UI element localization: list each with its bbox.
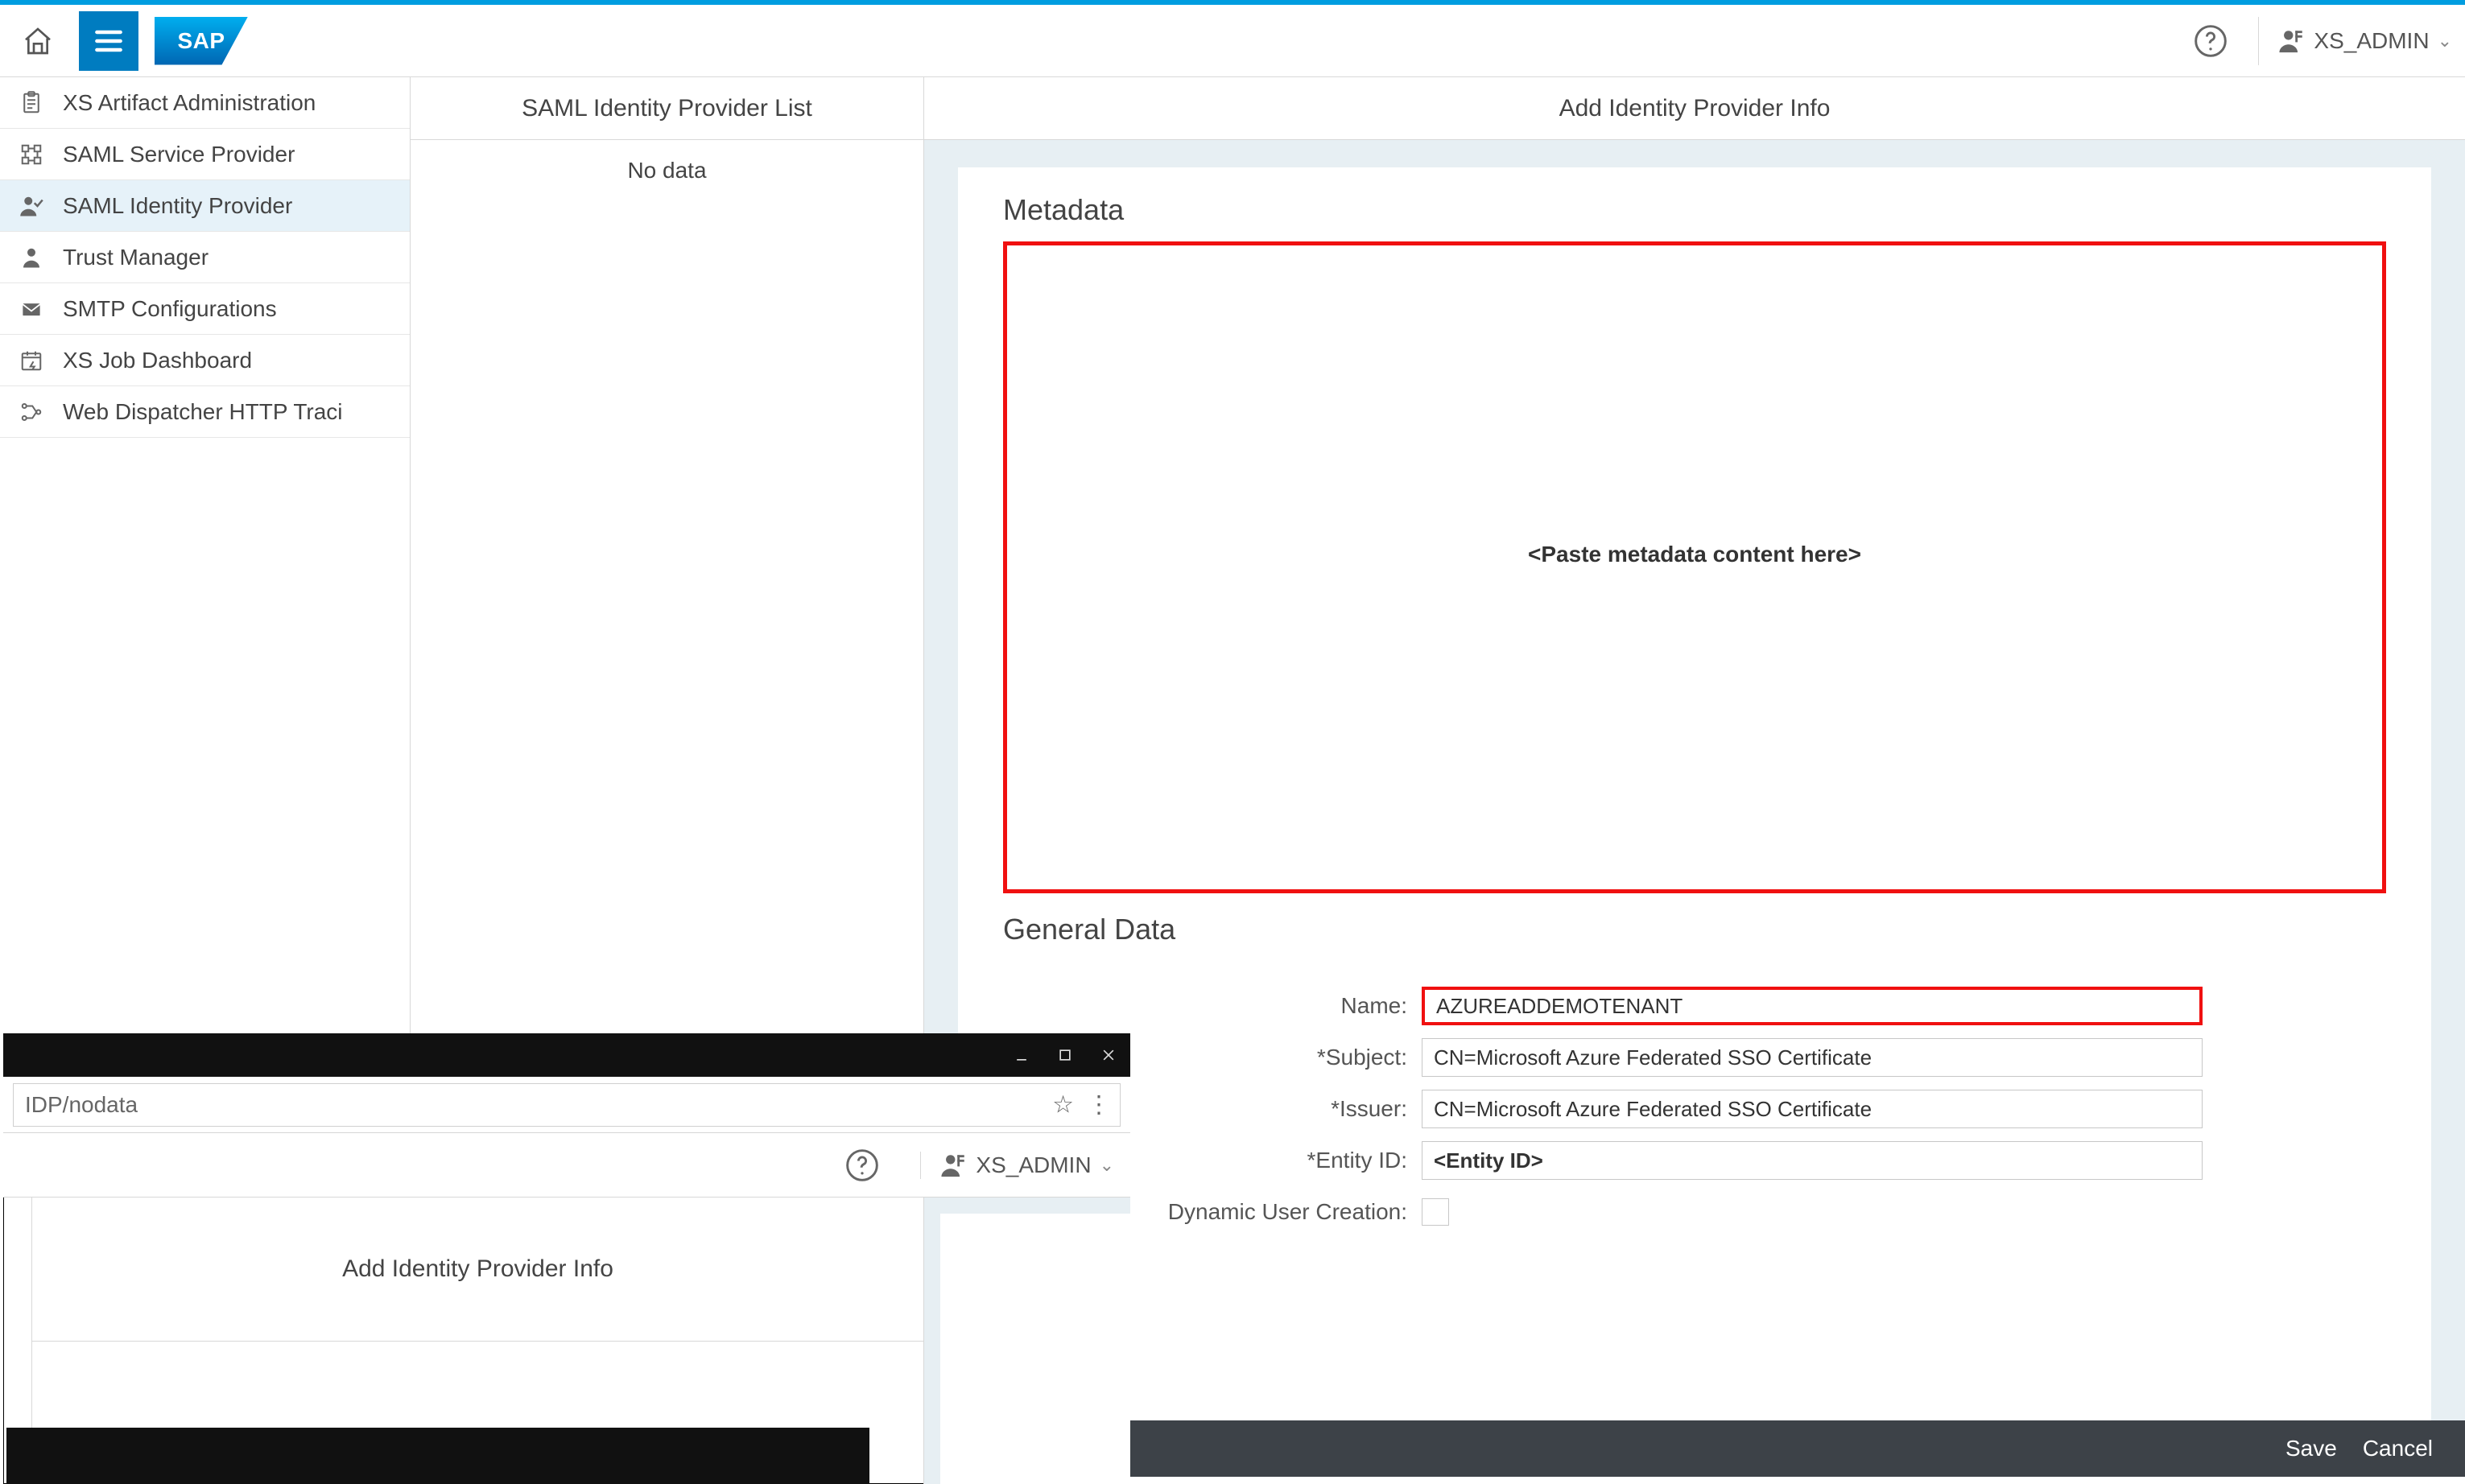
sap-logo: SAP: [155, 17, 248, 65]
sidebar-item-label: SAML Identity Provider: [63, 193, 292, 219]
sidebar-item-web-dispatcher-http-tracing[interactable]: Web Dispatcher HTTP Traci: [0, 386, 410, 438]
hamburger-icon: [91, 23, 126, 59]
overlay-titlebar: [3, 1033, 1130, 1077]
main-title: Add Identity Provider Info: [924, 77, 2465, 140]
overlay-url-bar: ☆ ⋮: [3, 1077, 1130, 1133]
nodes-icon: [18, 398, 45, 426]
sap-logo-text: SAP: [177, 28, 225, 54]
metadata-placeholder: <Paste metadata content here>: [1528, 542, 1861, 567]
overlay-bottom-bar: [6, 1428, 869, 1484]
home-button[interactable]: [13, 16, 63, 66]
window-maximize-button[interactable]: [1043, 1033, 1087, 1077]
dynamic-user-checkbox[interactable]: [1422, 1198, 1449, 1226]
mail-icon: [18, 295, 45, 323]
user-icon: [940, 1152, 968, 1179]
overlay-window: ☆ ⋮ XS_ADMIN ⌄ Add Identity Provider Inf…: [3, 1033, 1130, 1484]
person-check-icon: [18, 192, 45, 220]
overlay-user-label: XS_ADMIN: [976, 1152, 1091, 1178]
name-label: Name:: [1003, 993, 1422, 1019]
window-minimize-button[interactable]: [1000, 1033, 1043, 1077]
sidebar-item-trust-manager[interactable]: Trust Manager: [0, 232, 410, 283]
entity-id-input[interactable]: [1422, 1141, 2203, 1180]
sidebar-item-label: SMTP Configurations: [63, 296, 277, 322]
overlay-right-pad: [924, 1198, 1130, 1484]
section-metadata-heading: Metadata: [1003, 174, 2386, 241]
overlay-help-button[interactable]: [844, 1148, 880, 1183]
window-close-button[interactable]: [1087, 1033, 1130, 1077]
home-icon: [22, 25, 54, 57]
subject-input[interactable]: [1422, 1038, 2203, 1077]
minimize-icon: [1014, 1047, 1030, 1063]
sidebar-item-label: SAML Service Provider: [63, 142, 295, 167]
menu-toggle-button[interactable]: [79, 11, 138, 71]
sidebar-item-label: Web Dispatcher HTTP Traci: [63, 399, 343, 425]
metadata-textarea[interactable]: <Paste metadata content here>: [1003, 241, 2386, 893]
overlay-user-menu[interactable]: XS_ADMIN ⌄: [920, 1152, 1114, 1179]
sidebar-item-label: XS Artifact Administration: [63, 90, 316, 116]
overlay-main-title: Add Identity Provider Info: [32, 1198, 924, 1342]
chevron-down-icon: ⌄: [2438, 31, 2452, 52]
close-icon: [1100, 1047, 1117, 1063]
help-icon: [844, 1148, 880, 1183]
user-icon: [2278, 27, 2306, 55]
issuer-input[interactable]: [1422, 1090, 2203, 1128]
section-general-heading: General Data: [1003, 893, 2386, 961]
footer-bar: Save Cancel: [924, 1420, 2465, 1477]
idp-list-title: SAML Identity Provider List: [411, 77, 923, 140]
sidebar-item-smtp-configurations[interactable]: SMTP Configurations: [0, 283, 410, 335]
clipboard-icon: [18, 89, 45, 117]
bookmark-star-icon[interactable]: ☆: [1052, 1090, 1074, 1119]
browser-more-icon[interactable]: ⋮: [1087, 1090, 1111, 1119]
grid-icon: [18, 141, 45, 168]
sidebar-item-label: XS Job Dashboard: [63, 348, 252, 373]
user-label: XS_ADMIN: [2314, 28, 2429, 54]
save-button[interactable]: Save: [2285, 1436, 2337, 1461]
idp-list-empty-text: No data: [627, 158, 706, 183]
user-menu[interactable]: XS_ADMIN ⌄: [2258, 17, 2452, 65]
calendar-icon: [18, 347, 45, 374]
help-button[interactable]: [2186, 16, 2236, 66]
general-data-form: Name: *Subject: *Issuer: *Entity ID:: [1003, 980, 2386, 1238]
chevron-down-icon: ⌄: [1100, 1155, 1114, 1176]
main-panel: Add Identity Provider Info Metadata <Pas…: [924, 77, 2465, 1477]
sidebar-item-saml-service-provider[interactable]: SAML Service Provider: [0, 129, 410, 180]
person-icon: [18, 244, 45, 271]
maximize-icon: [1057, 1047, 1073, 1063]
sidebar-item-label: Trust Manager: [63, 245, 209, 270]
overlay-app-header: XS_ADMIN ⌄: [3, 1133, 1130, 1198]
app-header: SAP XS_ADMIN ⌄: [0, 5, 2465, 77]
sidebar-item-xs-artifact-admin[interactable]: XS Artifact Administration: [0, 77, 410, 129]
name-input[interactable]: [1422, 987, 2203, 1025]
overlay-url-input[interactable]: [13, 1083, 1121, 1127]
sidebar-item-xs-job-dashboard[interactable]: XS Job Dashboard: [0, 335, 410, 386]
sidebar-item-saml-identity-provider[interactable]: SAML Identity Provider: [0, 180, 410, 232]
help-icon: [2193, 23, 2228, 59]
cancel-button[interactable]: Cancel: [2363, 1436, 2433, 1461]
